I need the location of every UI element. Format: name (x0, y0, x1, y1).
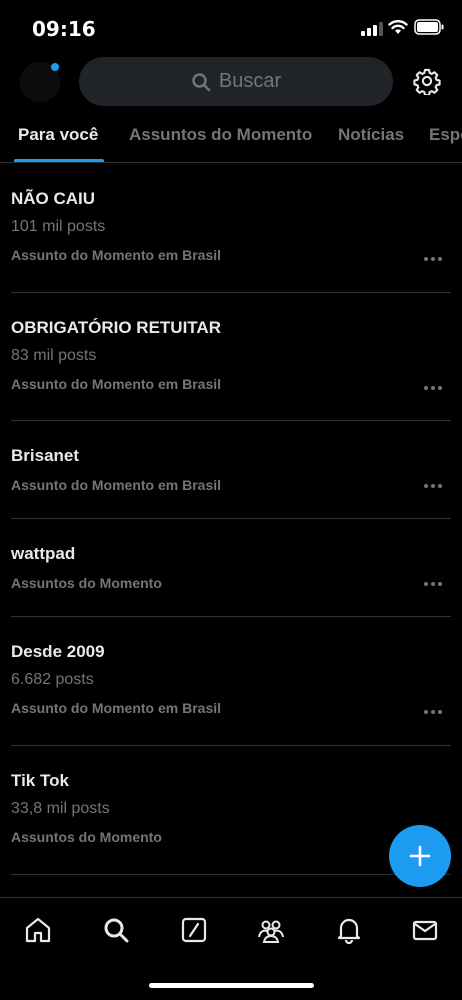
messages-icon[interactable] (411, 916, 439, 944)
tab-esportes[interactable]: Esportes (429, 125, 462, 145)
tab-bar: Para você Assuntos do Momento Notícias E… (0, 115, 462, 163)
trend-context: Assunto do Momento em Brasil (11, 376, 222, 392)
wifi-icon (388, 20, 408, 34)
plus-icon (409, 845, 431, 867)
status-bar: 09:16 (0, 0, 462, 56)
trend-post-count: 33,8 mil posts (11, 800, 110, 817)
list-item[interactable]: Desde 2009 6.682 posts Assunto do Moment… (11, 617, 451, 746)
compose-button[interactable] (389, 825, 451, 887)
trend-context: Assunto do Momento em Brasil (11, 477, 222, 493)
search-placeholder: Buscar (218, 70, 282, 92)
trend-context: Assuntos do Momento (11, 575, 162, 591)
list-item[interactable]: wattpad Assuntos do Momento (11, 519, 451, 617)
communities-icon[interactable] (257, 916, 285, 944)
tab-noticias[interactable]: Notícias (338, 125, 404, 145)
trend-title: Desde 2009 (11, 642, 105, 661)
notification-dot (51, 63, 59, 71)
more-icon[interactable] (423, 581, 443, 587)
trend-post-count: 101 mil posts (11, 218, 106, 235)
battery-icon (414, 19, 444, 35)
search-input[interactable]: Buscar (79, 57, 393, 106)
trend-title: wattpad (11, 544, 76, 563)
more-icon[interactable] (423, 256, 443, 262)
trend-post-count: 83 mil posts (11, 347, 97, 364)
trend-context: Assuntos do Momento (11, 829, 162, 845)
top-bar: Buscar (0, 56, 462, 108)
more-icon[interactable] (423, 385, 443, 391)
search-icon (192, 72, 211, 91)
list-item[interactable]: Brisanet Assunto do Momento em Brasil (11, 421, 451, 519)
tab-para-voce[interactable]: Para você (18, 125, 98, 145)
tab-assuntos-do-momento[interactable]: Assuntos do Momento (129, 125, 312, 145)
trend-title: NÃO CAIU (11, 189, 96, 208)
notifications-icon[interactable] (335, 916, 363, 944)
bottom-nav (0, 897, 462, 1000)
status-time: 09:16 (32, 17, 96, 41)
trend-context: Assunto do Momento em Brasil (11, 247, 222, 263)
trend-post-count: 6.682 posts (11, 671, 94, 688)
more-icon[interactable] (423, 483, 443, 489)
trend-context: Assunto do Momento em Brasil (11, 700, 222, 716)
search-icon[interactable] (102, 916, 130, 944)
list-item[interactable]: Tik Tok 33,8 mil posts Assuntos do Momen… (11, 746, 451, 875)
home-icon[interactable] (24, 916, 52, 944)
more-icon[interactable] (423, 709, 443, 715)
gear-icon[interactable] (413, 67, 441, 95)
list-item[interactable]: NÃO CAIU 101 mil posts Assunto do Moment… (11, 163, 451, 293)
trend-title: OBRIGATÓRIO RETUITAR (11, 318, 221, 337)
grok-icon[interactable] (180, 916, 208, 944)
home-indicator (149, 983, 314, 988)
trends-list: NÃO CAIU 101 mil posts Assunto do Moment… (0, 163, 462, 875)
cellular-signal-icon (361, 22, 383, 36)
trend-title: Tik Tok (11, 771, 69, 790)
trend-title: Brisanet (11, 446, 80, 465)
list-item[interactable]: OBRIGATÓRIO RETUITAR 83 mil posts Assunt… (11, 293, 451, 421)
